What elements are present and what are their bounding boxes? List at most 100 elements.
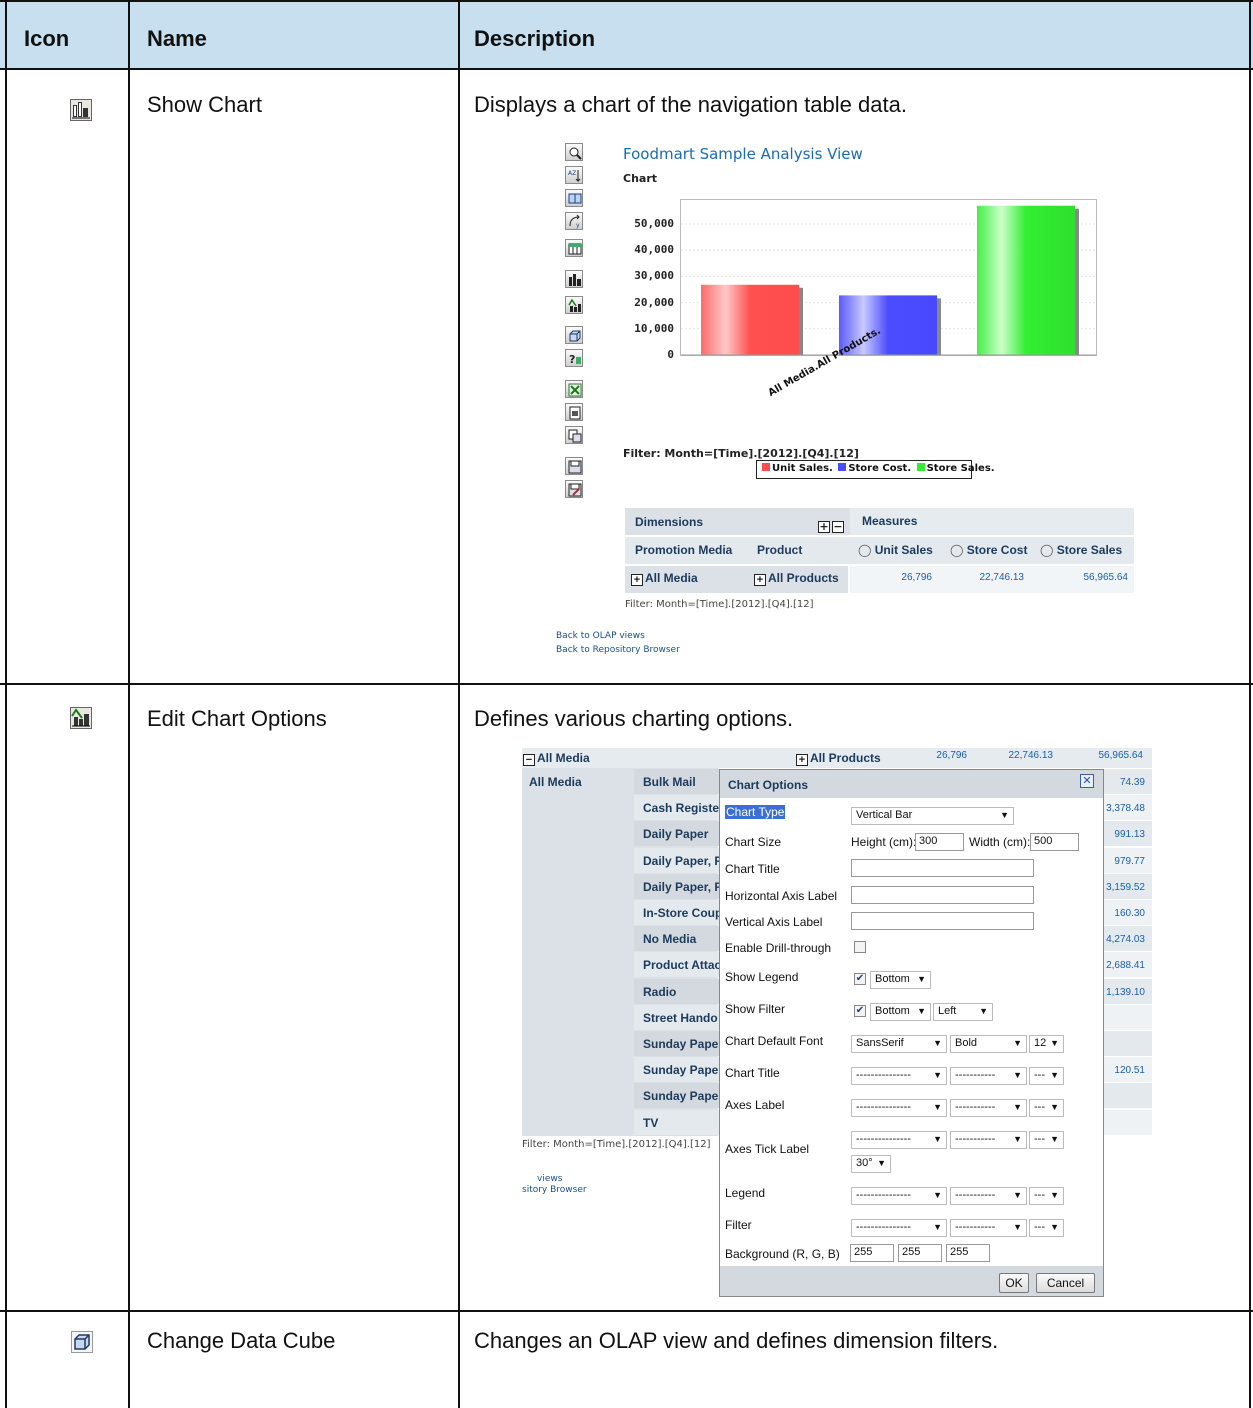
chart-type-label: Chart Type	[725, 805, 786, 819]
media-item[interactable]: Daily Paper, R	[643, 854, 719, 868]
media-item[interactable]: Bulk Mail	[643, 775, 719, 789]
media-item[interactable]: Daily Paper, R	[643, 880, 719, 894]
legend-unit-sales: Unit Sales.	[772, 463, 833, 474]
filter-align-select[interactable]: Left ▼	[933, 1003, 993, 1021]
show-filter-checkbox[interactable]: ✔	[854, 1005, 866, 1017]
media-item[interactable]: Sunday Pape	[643, 1037, 719, 1051]
horizontal-axis-input[interactable]	[851, 886, 1034, 904]
axes-label-font-size[interactable]: --- ▼	[1029, 1099, 1064, 1117]
table-options-icon[interactable]	[565, 239, 583, 257]
chart-type-select[interactable]: Vertical Bar ▼	[851, 807, 1014, 825]
tick-font-family[interactable]: --------------- ▼	[851, 1131, 947, 1149]
tick-angle-select[interactable]: 30° ▼	[851, 1155, 891, 1173]
legend-store-sales: Store Sales.	[926, 463, 995, 474]
width-label: Width (cm):	[969, 835, 1031, 849]
help-icon[interactable]: ?	[565, 349, 583, 367]
mdx-icon[interactable]	[565, 189, 583, 207]
tick-font-size[interactable]: --- ▼	[1029, 1131, 1064, 1149]
row-value-bg	[1104, 1031, 1152, 1056]
cancel-button[interactable]: Cancel	[1036, 1273, 1095, 1293]
pdf-export-icon[interactable]	[565, 403, 583, 421]
chart-title-font-family[interactable]: --------------- ▼	[851, 1067, 947, 1085]
legend-font-family[interactable]: --------------- ▼	[851, 1187, 947, 1205]
legend-position-select[interactable]: Bottom ▼	[870, 971, 931, 989]
chart-title-label: Chart Title	[725, 862, 780, 876]
media-item[interactable]: No Media	[643, 932, 719, 946]
excel-export-icon[interactable]	[565, 380, 583, 398]
border	[0, 1310, 1253, 1312]
all-media-member[interactable]: + All Media	[631, 571, 698, 586]
tick-font-style[interactable]: ----------- ▼	[950, 1131, 1027, 1149]
y-tick-label: 20,000	[634, 295, 674, 309]
zoom-icon[interactable]	[565, 143, 583, 161]
close-icon[interactable]: ✕	[1080, 774, 1094, 788]
media-item[interactable]: Product Attac	[643, 958, 719, 972]
height-input[interactable]: 300	[915, 833, 964, 851]
product-header[interactable]: Product	[757, 543, 802, 557]
media-item[interactable]: Street Hando	[643, 1011, 719, 1025]
ok-button[interactable]: OK	[999, 1273, 1029, 1293]
media-item[interactable]: In-Store Coup	[643, 906, 719, 920]
measures-header: Measures	[862, 514, 918, 528]
store-sales-header[interactable]: ◯ Store Sales	[1040, 543, 1122, 557]
repository-link[interactable]: sitory Browser	[522, 1185, 587, 1195]
filter-font-size[interactable]: --- ▼	[1029, 1219, 1064, 1237]
filter-text: Filter: Month=[Time].[2012].[Q4].[12]	[522, 1139, 711, 1150]
views-link[interactable]: views	[537, 1174, 562, 1184]
media-item[interactable]: Radio	[643, 985, 719, 999]
drill-through-label: Enable Drill-through	[725, 941, 832, 955]
bg-green-input[interactable]: 255	[898, 1244, 942, 1262]
all-media-top[interactable]: − All Media	[523, 751, 590, 766]
font-style-select[interactable]: Bold ▼	[950, 1035, 1027, 1053]
media-item[interactable]: Cash Register	[643, 801, 719, 815]
vertical-axis-input[interactable]	[851, 912, 1034, 930]
font-family-select[interactable]: SansSerif ▼	[851, 1035, 947, 1053]
edit-chart-toolbar-icon[interactable]	[565, 296, 583, 314]
media-item[interactable]: Daily Paper	[643, 827, 719, 841]
font-size-select[interactable]: 12 ▼	[1029, 1035, 1064, 1053]
unit-sales-header[interactable]: ◯ Unit Sales	[858, 543, 933, 557]
legend-font-size[interactable]: --- ▼	[1029, 1187, 1064, 1205]
horizontal-axis-label: Horizontal Axis Label	[725, 889, 838, 903]
chart-title-font-style[interactable]: ----------- ▼	[950, 1067, 1027, 1085]
chart-title-input[interactable]	[851, 859, 1034, 877]
row-name-change-cube: Change Data Cube	[147, 1328, 336, 1353]
filter-font-family[interactable]: --------------- ▼	[851, 1219, 947, 1237]
legend-font-style[interactable]: ----------- ▼	[950, 1187, 1027, 1205]
media-item[interactable]: Sunday Pape	[643, 1063, 719, 1077]
axes-label-font-family[interactable]: --------------- ▼	[851, 1099, 947, 1117]
all-products-member[interactable]: + All Products	[754, 571, 839, 586]
height-label: Height (cm):	[851, 835, 917, 849]
chart-title-font-size[interactable]: --- ▼	[1029, 1067, 1064, 1085]
promotion-media-header[interactable]: Promotion Media	[635, 543, 732, 557]
cube-icon[interactable]	[565, 326, 583, 344]
bg-blue-input[interactable]: 255	[946, 1244, 990, 1262]
back-to-repository-link[interactable]: Back to Repository Browser	[556, 645, 680, 655]
media-item[interactable]: Sunday Pape	[643, 1089, 719, 1103]
unit-sales-value: 26,796	[901, 572, 932, 583]
sort-icon[interactable]: AZ	[565, 166, 583, 184]
bar-unit-sales[interactable]	[701, 284, 799, 355]
save-as-icon[interactable]	[565, 480, 583, 498]
bar-store-sales[interactable]	[977, 205, 1075, 355]
y-tick-label: 0	[667, 348, 674, 361]
bg-red-input[interactable]: 255	[850, 1244, 894, 1262]
expand-collapse-icons[interactable]: + −	[818, 514, 846, 533]
print-settings-icon[interactable]	[565, 426, 583, 444]
show-chart-toolbar-icon[interactable]	[565, 270, 583, 288]
axes-label-font-style[interactable]: ----------- ▼	[950, 1099, 1027, 1117]
all-products-top[interactable]: + All Products	[796, 751, 881, 766]
store-cost-header[interactable]: ◯ Store Cost	[950, 543, 1027, 557]
filter-position-select[interactable]: Bottom ▼	[870, 1003, 931, 1021]
border	[128, 0, 130, 1408]
width-input[interactable]: 500	[1030, 833, 1079, 851]
show-legend-checkbox[interactable]: ✔	[854, 973, 866, 985]
row-value-bg	[1104, 1004, 1152, 1030]
save-icon[interactable]	[565, 457, 583, 475]
drill-through-checkbox[interactable]	[854, 941, 866, 953]
back-to-olap-views-link[interactable]: Back to OLAP views	[556, 631, 645, 641]
filter-font-style[interactable]: ----------- ▼	[950, 1219, 1027, 1237]
swap-axes-icon[interactable]: y	[565, 212, 583, 230]
row-name-edit-chart: Edit Chart Options	[147, 706, 327, 731]
media-item[interactable]: TV	[643, 1116, 719, 1130]
